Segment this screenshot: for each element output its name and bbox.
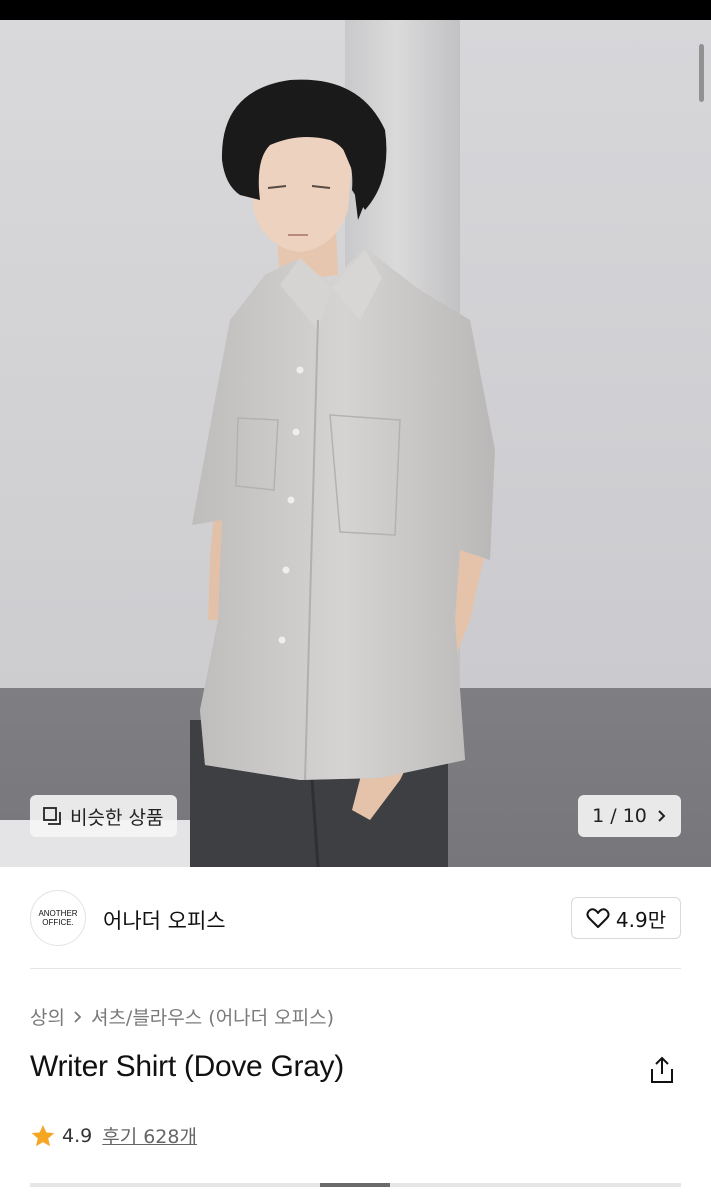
brand-logo[interactable]: ANOTHER OFFICE. [30, 890, 86, 946]
similar-products-button[interactable]: 비슷한 상품 [30, 795, 178, 837]
heart-icon [586, 908, 610, 928]
image-page-indicator[interactable]: 1 / 10 [578, 795, 681, 837]
brand-logo-text: ANOTHER OFFICE. [38, 909, 78, 927]
breadcrumb-category[interactable]: 상의 [30, 1003, 65, 1030]
product-photo-model [190, 79, 495, 867]
product-title: Writer Shirt (Dove Gray) [30, 1050, 344, 1083]
like-button[interactable]: 4.9만 [571, 897, 681, 939]
breadcrumb-subcategory[interactable]: 셔츠/블라우스 (어나더 오피스) [91, 1003, 334, 1030]
scrollbar[interactable] [699, 44, 704, 102]
rating-score: 4.9 [62, 1124, 93, 1147]
product-image-gallery[interactable] [0, 20, 711, 867]
page-indicator-text: 1 / 10 [592, 805, 647, 827]
share-icon[interactable] [648, 1055, 676, 1085]
similar-items-icon [43, 807, 61, 825]
section-scroll-indicator [30, 1183, 681, 1187]
divider [30, 968, 681, 969]
breadcrumb: 상의 셔츠/블라우스 (어나더 오피스) [30, 1003, 334, 1030]
chevron-right-icon [658, 810, 666, 822]
similar-products-label: 비슷한 상품 [70, 806, 164, 829]
rating-row: 4.9 후기 628개 [30, 1122, 197, 1149]
status-bar [0, 0, 711, 20]
reviews-link[interactable]: 후기 628개 [102, 1122, 197, 1149]
scroll-indicator-fill [320, 1183, 390, 1187]
brand-row[interactable]: ANOTHER OFFICE. 어나더 오피스 4.9만 [30, 888, 681, 948]
like-count: 4.9만 [615, 907, 667, 932]
star-icon [31, 1124, 55, 1146]
chevron-right-icon [74, 1010, 82, 1023]
brand-name[interactable]: 어나더 오피스 [103, 905, 226, 935]
